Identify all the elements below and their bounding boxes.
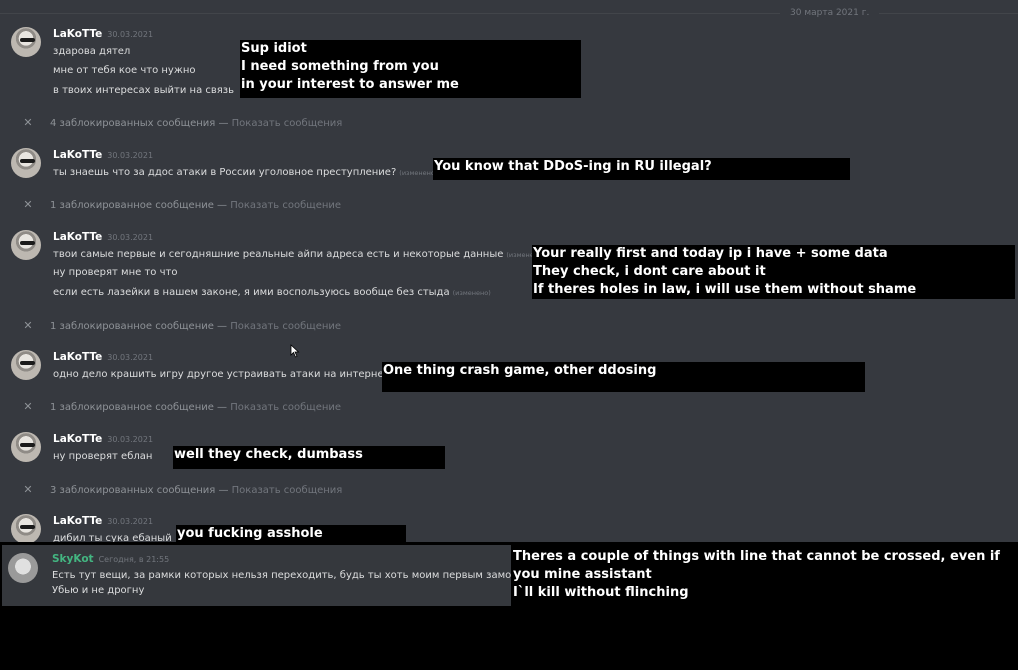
show-messages-link[interactable]: Показать сообщение <box>230 200 341 211</box>
overlay-line: you fucking asshole <box>177 526 323 541</box>
author-name[interactable]: LaKoTTe <box>53 351 102 363</box>
author-name[interactable]: LaKoTTe <box>53 149 102 161</box>
overlay-line: you mine assistant <box>513 567 652 582</box>
translation-overlay: Sup idiot I need something from you in y… <box>240 40 581 98</box>
blocked-count: 1 заблокированное сообщение — <box>50 321 231 332</box>
message-timestamp: 30.03.2021 <box>107 151 154 160</box>
close-icon[interactable]: ✕ <box>22 483 34 497</box>
message-author[interactable]: LaKoTTe 30.03.2021 <box>53 433 153 446</box>
blocked-messages-row: ✕ 1 заблокированное сообщение — Показать … <box>22 400 341 414</box>
close-icon[interactable]: ✕ <box>22 198 34 212</box>
overlay-line: If theres holes in law, i will use them … <box>533 282 917 297</box>
overlay-line: I need something from you <box>241 59 439 74</box>
blocked-messages-row: ✕ 4 заблокированных сообщения — Показать … <box>22 116 342 130</box>
translation-overlay: Theres a couple of things with line that… <box>512 548 1017 604</box>
message-text: мне от тебя кое что нужно <box>53 65 196 76</box>
avatar[interactable] <box>11 230 41 260</box>
avatar[interactable] <box>11 148 41 178</box>
avatar[interactable] <box>11 350 41 380</box>
message-timestamp: 30.03.2021 <box>107 30 154 39</box>
author-name[interactable]: LaKoTTe <box>53 515 102 527</box>
message-author[interactable]: LaKoTTe 30.03.2021 <box>53 231 153 244</box>
message-line: одно дело крашить игру другое устраивать… <box>53 368 389 381</box>
avatar[interactable] <box>11 514 41 542</box>
close-icon[interactable]: ✕ <box>22 116 34 130</box>
translation-overlay: well they check, dumbass <box>173 446 445 469</box>
edited-tag: (изменено) <box>452 289 491 297</box>
translation-overlay: you fucking asshole <box>176 525 406 542</box>
blocked-messages-row: ✕ 1 заблокированное сообщение — Показать … <box>22 198 341 212</box>
message-author[interactable]: LaKoTTe 30.03.2021 <box>53 28 153 41</box>
overlay-line: in your interest to answer me <box>241 77 459 92</box>
avatar[interactable] <box>11 432 41 462</box>
show-messages-link[interactable]: Показать сообщение <box>230 321 341 332</box>
message-text: одно дело крашить игру другое устраивать… <box>53 369 390 380</box>
message-author[interactable]: LaKoTTe 30.03.2021 <box>53 515 153 528</box>
overlay-line: They check, i dont care about it <box>533 264 766 279</box>
message-text: здарова дятел <box>53 46 131 57</box>
blocked-count: 3 заблокированных сообщения — <box>50 485 232 496</box>
blocked-messages-row: ✕ 3 заблокированных сообщения — Показать … <box>22 483 342 497</box>
message-text: твои самые первые и сегодняшние реальные… <box>53 249 504 260</box>
cursor-icon <box>290 344 300 358</box>
message-author[interactable]: SkyKot Сегодня, в 21:55 <box>52 553 169 566</box>
message-line: дибил ты сука ебаный <box>53 532 172 542</box>
message-text: ты знаешь что за ддос атаки в России уго… <box>53 167 397 178</box>
avatar[interactable] <box>11 27 41 57</box>
message-text: дибил ты сука ебаный <box>53 533 172 542</box>
date-label: 30 марта 2021 г. <box>780 6 880 20</box>
message-timestamp: 30.03.2021 <box>107 517 154 526</box>
message-line: если есть лазейки в нашем законе, я ими … <box>53 286 491 300</box>
message-author[interactable]: LaKoTTe 30.03.2021 <box>53 351 153 364</box>
show-messages-link[interactable]: Показать сообщения <box>232 118 343 129</box>
message-timestamp: 30.03.2021 <box>107 233 154 242</box>
message-text: ну проверят еблан <box>53 451 153 462</box>
overlay-line: I`ll kill without flinching <box>513 585 689 600</box>
overlay-line: One thing crash game, other ddosing <box>383 363 657 378</box>
reply-message: SkyKot Сегодня, в 21:55 Есть тут вещи, за… <box>2 545 519 606</box>
message-line: ты знаешь что за ддос атаки в России уго… <box>53 166 437 180</box>
blocked-count: 1 заблокированное сообщение — <box>50 402 231 413</box>
author-name[interactable]: LaKoTTe <box>53 433 102 445</box>
message-line: ну проверят еблан <box>53 450 152 463</box>
overlay-line: Theres a couple of things with line that… <box>513 549 1000 564</box>
blocked-messages-row: ✕ 1 заблокированное сообщение — Показать … <box>22 319 341 333</box>
author-name[interactable]: LaKoTTe <box>53 28 102 40</box>
message-text: в твоих интересах выйти на связь <box>53 85 234 96</box>
close-icon[interactable]: ✕ <box>22 319 34 333</box>
overlay-line: well they check, dumbass <box>174 447 363 462</box>
close-icon[interactable]: ✕ <box>22 400 34 414</box>
message-line: твои самые первые и сегодняшние реальные… <box>53 248 545 262</box>
message-line: Убью и не дрогну <box>52 584 144 597</box>
message-text: Убью и не дрогну <box>52 585 145 596</box>
show-messages-link[interactable]: Показать сообщение <box>230 402 341 413</box>
blocked-count: 4 заблокированных сообщения — <box>50 118 232 129</box>
blocked-count: 1 заблокированное сообщение — <box>50 200 231 211</box>
message-author[interactable]: LaKoTTe 30.03.2021 <box>53 149 153 162</box>
author-name[interactable]: SkyKot <box>52 553 94 565</box>
author-name[interactable]: LaKoTTe <box>53 231 102 243</box>
message-line: ну проверят мне то что <box>53 266 177 279</box>
message-line: здарова дятел <box>53 45 130 58</box>
date-divider: 30 марта 2021 г. <box>0 6 1018 20</box>
overlay-line: You know that DDoS-ing in RU illegal? <box>434 159 712 174</box>
message-line: в твоих интересах выйти на связь <box>53 84 234 97</box>
message-timestamp: Сегодня, в 21:55 <box>98 555 170 564</box>
edited-tag: (изменено) <box>399 169 438 177</box>
message-timestamp: 30.03.2021 <box>107 353 154 362</box>
message-line: мне от тебя кое что нужно <box>53 64 196 77</box>
overlay-line: Sup idiot <box>241 41 307 56</box>
show-messages-link[interactable]: Показать сообщения <box>232 485 343 496</box>
translation-overlay: Your really first and today ip i have + … <box>532 245 1015 299</box>
message-text: ну проверят мне то что <box>53 267 178 278</box>
translation-overlay: You know that DDoS-ing in RU illegal? <box>433 158 850 180</box>
avatar[interactable] <box>8 553 38 583</box>
overlay-line: Your really first and today ip i have + … <box>533 246 888 261</box>
message-line: Есть тут вещи, за рамки которых нельзя п… <box>52 569 519 582</box>
message-text: Есть тут вещи, за рамки которых нельзя п… <box>52 570 519 581</box>
message-timestamp: 30.03.2021 <box>107 435 154 444</box>
message-text: если есть лазейки в нашем законе, я ими … <box>53 287 450 298</box>
translation-overlay: One thing crash game, other ddosing <box>382 362 865 392</box>
